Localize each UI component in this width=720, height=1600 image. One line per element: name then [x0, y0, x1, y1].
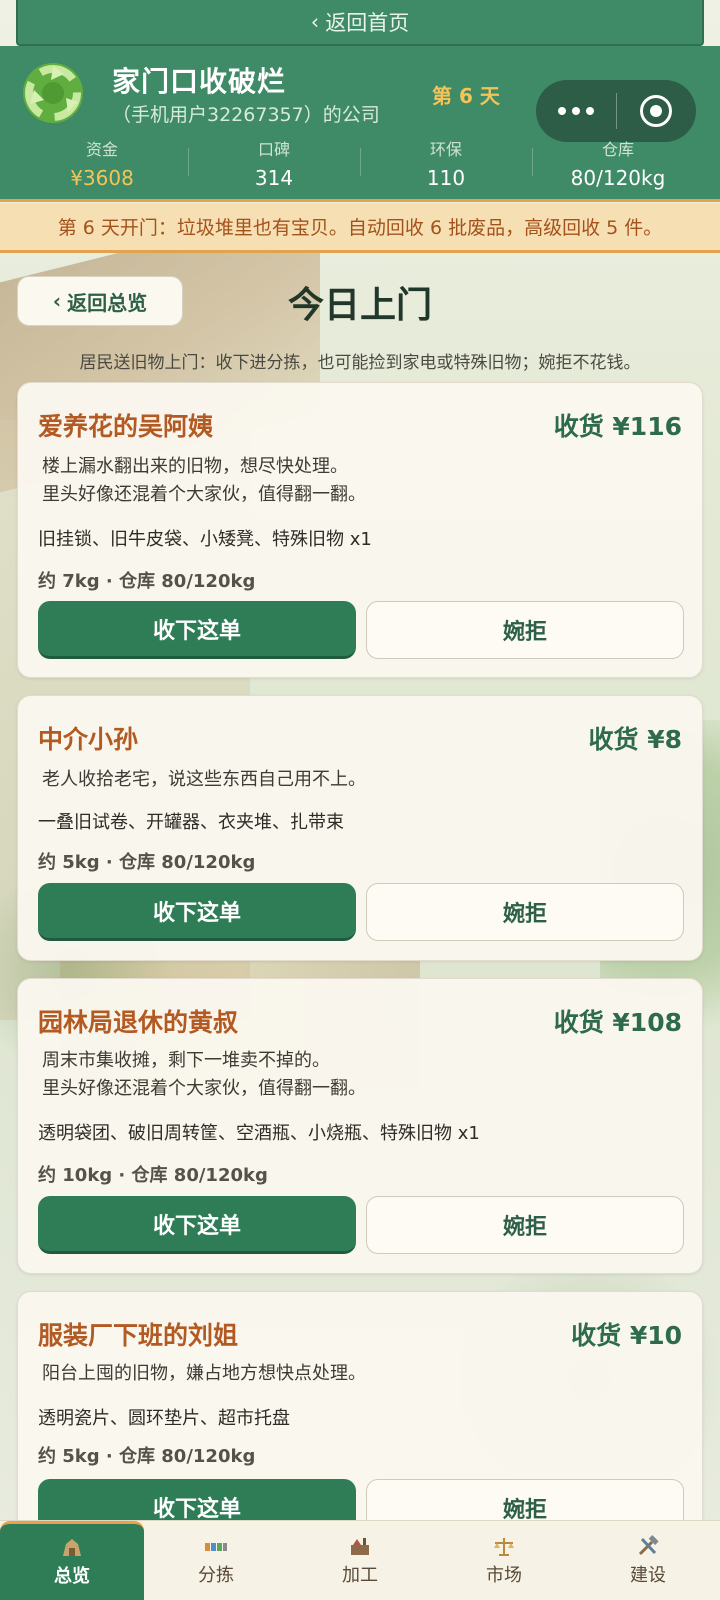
chevron-left-icon: ‹ — [52, 289, 62, 313]
nav-label: 加工 — [342, 1564, 378, 1586]
stat-warehouse: 仓库 80/120kg — [532, 136, 704, 192]
back-overview-label: 返回总览 — [67, 290, 148, 315]
sorting-icon — [205, 1542, 227, 1551]
stat-label: 口碑 — [257, 140, 290, 159]
visitor-card: 中介小孙 收货 ¥8 老人收拾老宅，说这些东西自己用不上。 一叠旧试卷、开罐器、… — [17, 695, 703, 961]
nav-build[interactable]: 建设 — [576, 1521, 720, 1600]
day-counter: 第 6 天 — [432, 84, 500, 108]
accept-button[interactable]: 收下这单 — [38, 601, 356, 659]
back-home-button[interactable]: ‹ 返回首页 — [16, 0, 704, 46]
mini-program-capsule — [536, 80, 696, 142]
nav-label: 分拣 — [198, 1564, 234, 1586]
weight-info: 约 5kg · 仓库 80/120kg — [38, 1446, 256, 1467]
accept-button[interactable]: 收下这单 — [38, 1196, 356, 1254]
offer-price: 收货 ¥8 — [588, 725, 683, 754]
visitor-desc: 阳台上囤的旧物，嫌占地方想快点处理。 — [42, 1363, 366, 1384]
visitor-name: 服装厂下班的刘姐 — [38, 1321, 239, 1350]
bottom-nav: 总览 分拣 加工 市场 建设 — [0, 1520, 720, 1600]
page-description: 居民送旧物上门：收下进分拣，也可能捡到家电或特殊旧物；婉拒不花钱。 — [79, 353, 641, 373]
visitor-desc: 周末市集收摊，剩下一堆卖不掉的。 — [42, 1050, 330, 1071]
item-list: 旧挂锁、旧牛皮袋、小矮凳、特殊旧物 x1 — [38, 529, 372, 550]
stat-label: 仓库 — [601, 140, 634, 159]
weight-info: 约 7kg · 仓库 80/120kg — [38, 571, 256, 592]
stat-label: 资金 — [85, 140, 118, 159]
offer-price: 收货 ¥116 — [553, 412, 682, 441]
visitor-card: 服装厂下班的刘姐 收货 ¥10 阳台上囤的旧物，嫌占地方想快点处理。 透明瓷片、… — [17, 1291, 703, 1557]
nav-processing[interactable]: 加工 — [288, 1521, 432, 1600]
stat-funds: 资金 ¥3608 — [16, 136, 188, 192]
overview-icon — [63, 1539, 81, 1556]
company-name: 家门口收破烂 — [112, 65, 287, 98]
back-home-label: 返回首页 — [325, 11, 410, 35]
reject-button[interactable]: 婉拒 — [366, 883, 684, 941]
visitor-card: 爱养花的吴阿姨 收货 ¥116 楼上漏水翻出来的旧物，想尽快处理。 里头好像还混… — [17, 382, 703, 678]
chevron-left-icon: ‹ — [310, 10, 320, 34]
stat-value: 80/120kg — [570, 166, 666, 190]
stat-value: ¥3608 — [70, 166, 134, 190]
stat-value: 110 — [426, 166, 466, 190]
offer-price: 收货 ¥108 — [553, 1008, 682, 1037]
nav-label: 建设 — [630, 1564, 666, 1586]
visitor-desc: 里头好像还混着个大家伙，值得翻一翻。 — [42, 1078, 366, 1099]
visitor-name: 中介小孙 — [38, 725, 139, 754]
weight-info: 约 5kg · 仓库 80/120kg — [38, 852, 256, 873]
nav-label: 总览 — [54, 1566, 90, 1587]
item-list: 透明袋团、破旧周转筐、空酒瓶、小烧瓶、特殊旧物 x1 — [38, 1123, 480, 1144]
weight-info: 约 10kg · 仓库 80/120kg — [38, 1165, 268, 1186]
more-options-icon[interactable] — [536, 107, 616, 115]
company-header: 家门口收破烂 （手机用户32267357）的公司 第 6 天 资金 ¥3608 … — [0, 46, 720, 202]
nav-sorting[interactable]: 分拣 — [144, 1521, 288, 1600]
stat-eco: 环保 110 — [360, 136, 532, 192]
visitor-desc: 老人收拾老宅，说这些东西自己用不上。 — [42, 769, 366, 790]
visitor-card: 园林局退休的黄叔 收货 ¥108 周末市集收摊，剩下一堆卖不掉的。 里头好像还混… — [17, 978, 703, 1274]
nav-overview[interactable]: 总览 — [0, 1521, 144, 1600]
offer-price: 收货 ¥10 — [571, 1321, 682, 1350]
stats-bar: 资金 ¥3608 口碑 314 环保 110 仓库 80/120kg — [16, 136, 704, 192]
reject-button[interactable]: 婉拒 — [366, 1196, 684, 1254]
nav-label: 市场 — [486, 1564, 522, 1586]
reject-button[interactable]: 婉拒 — [366, 601, 684, 659]
build-icon — [638, 1534, 659, 1555]
accept-button[interactable]: 收下这单 — [38, 883, 356, 941]
daily-notice: 第 6 天开门：垃圾堆里也有宝贝。自动回收 6 批废品，高级回收 5 件。 — [0, 203, 720, 253]
top-bar: ‹ 返回首页 家门口收破烂 （手机用户32267357）的公司 第 6 天 资金… — [0, 0, 720, 202]
recycle-logo-icon — [23, 63, 83, 123]
page-title: 今日上门 — [287, 285, 432, 326]
item-list: 透明瓷片、圆环垫片、超市托盘 — [38, 1408, 290, 1429]
market-icon — [494, 1537, 514, 1556]
visitor-name: 爱养花的吴阿姨 — [38, 412, 214, 441]
nav-market[interactable]: 市场 — [432, 1521, 576, 1600]
visitor-desc: 楼上漏水翻出来的旧物，想尽快处理。 — [42, 456, 348, 477]
visitor-name: 园林局退休的黄叔 — [38, 1008, 239, 1037]
processing-icon — [351, 1537, 369, 1555]
stat-label: 环保 — [429, 140, 462, 159]
close-mini-program-icon[interactable] — [617, 95, 697, 127]
company-owner: （手机用户32267357）的公司 — [112, 104, 380, 126]
item-list: 一叠旧试卷、开罐器、衣夹堆、扎带束 — [38, 812, 344, 833]
stat-reputation: 口碑 314 — [188, 136, 360, 192]
back-overview-button[interactable]: ‹ 返回总览 — [17, 276, 183, 326]
stat-value: 314 — [254, 166, 294, 190]
visitor-desc: 里头好像还混着个大家伙，值得翻一翻。 — [42, 484, 366, 505]
